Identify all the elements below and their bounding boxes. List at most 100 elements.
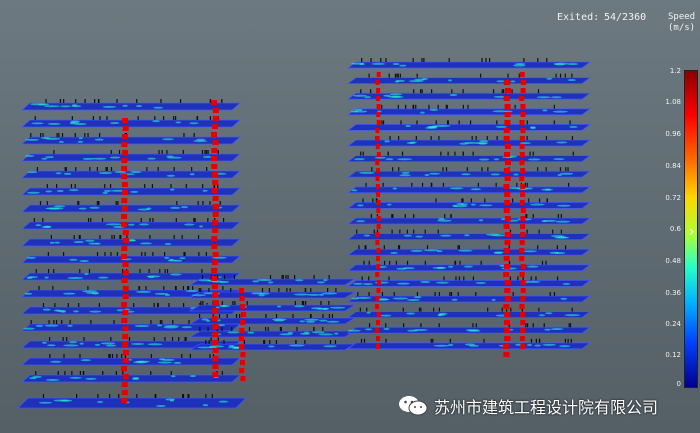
speed-highlight [355, 220, 366, 223]
speed-highlight [374, 156, 386, 159]
agent-figure [163, 116, 165, 120]
agent-figure [30, 320, 32, 324]
stair-block [121, 398, 128, 403]
agent-figure [448, 58, 450, 62]
agent-figure [42, 133, 44, 137]
agent-figure [537, 58, 539, 62]
agent-figure [458, 276, 460, 281]
agent-figure [569, 323, 572, 328]
agent-figure [462, 151, 464, 156]
agent-figure [328, 301, 330, 305]
simulation-viewport[interactable]: Exited: 54/2360 Speed (m/s) 1.2 1.08 0.9… [0, 0, 700, 433]
agent-figure [109, 354, 111, 358]
agent-figure [370, 58, 372, 62]
stair-block [239, 336, 245, 341]
stair-block [503, 328, 510, 333]
agent-figure [33, 218, 35, 222]
stair-block [122, 310, 129, 315]
agent-figure [261, 288, 264, 292]
agent-figure [438, 307, 440, 312]
speed-highlight [295, 279, 304, 282]
speed-highlight [267, 281, 274, 284]
speed-highlight [538, 314, 546, 317]
agent-figure [47, 269, 50, 273]
agent-figure [571, 136, 574, 140]
speed-highlight [542, 343, 556, 346]
agent-figure [269, 275, 272, 279]
agent-figure [546, 58, 548, 62]
agent-figure [451, 89, 453, 94]
agent-figure [438, 323, 440, 328]
agent-figure [62, 337, 64, 341]
agent-figure [52, 286, 54, 290]
agent-figure [87, 286, 89, 290]
legend-tick: 0 [676, 380, 681, 388]
speed-highlight [355, 296, 372, 299]
agent-figure [188, 320, 190, 324]
agent-figure [462, 89, 464, 94]
speed-highlight [102, 191, 108, 194]
speed-highlight [526, 187, 533, 190]
stair-block [503, 224, 510, 229]
stair-block [239, 328, 245, 333]
stair-block [212, 372, 219, 377]
agent-figure [200, 301, 202, 305]
agent-figure [440, 151, 442, 156]
speed-highlight [406, 298, 420, 301]
agent-figure [222, 218, 225, 222]
floor-slab [346, 201, 592, 209]
agent-figure [149, 235, 151, 239]
speed-highlight [383, 94, 391, 97]
agent-figure [205, 394, 207, 398]
agent-figure [538, 307, 540, 312]
agent-figure [313, 275, 315, 279]
agent-figure [445, 167, 448, 172]
agent-figure [58, 133, 60, 137]
agent-figure [553, 292, 556, 296]
agent-figure [391, 229, 393, 234]
speed-highlight [30, 103, 46, 106]
next-arrow-icon[interactable]: › [689, 224, 695, 240]
speed-highlight [323, 345, 337, 348]
agent-figure [435, 120, 437, 125]
speed-highlight [46, 344, 56, 347]
stair-block [504, 216, 511, 221]
agent-figure [77, 201, 79, 205]
wechat-watermark: 苏州市建筑工程设计院有限公司 [398, 393, 658, 419]
speed-highlight [472, 142, 489, 145]
stair-block [520, 112, 526, 117]
speed-highlight [353, 94, 367, 97]
agent-figure [483, 338, 485, 343]
speed-highlight [347, 329, 361, 332]
agent-figure [184, 337, 186, 341]
agent-figure [109, 184, 112, 188]
speed-highlight [567, 79, 576, 82]
stair-block [503, 184, 510, 189]
speed-highlight [289, 344, 305, 347]
agent-figure [415, 104, 417, 109]
agent-figure [282, 275, 284, 279]
speed-highlight [94, 138, 104, 141]
speed-highlight [463, 265, 473, 268]
agent-figure [179, 99, 182, 103]
speed-highlight [495, 125, 507, 128]
agent-figure [557, 214, 559, 218]
agent-figure [128, 337, 131, 341]
speed-highlight [258, 292, 270, 295]
speed-highlight [81, 290, 98, 293]
speed-highlight [397, 158, 413, 161]
agent-figure [398, 167, 400, 172]
speed-highlight [82, 157, 94, 160]
stair-block [520, 264, 526, 269]
speed-highlight [78, 207, 87, 210]
agent-figure [207, 218, 209, 222]
legend-tick: 0.6 [669, 225, 681, 233]
agent-figure [553, 120, 555, 125]
speed-highlight [58, 140, 64, 143]
speed-highlight [550, 328, 564, 331]
agent-figure [263, 340, 266, 344]
agent-figure [110, 167, 113, 171]
agent-figure [148, 269, 150, 273]
speed-highlight [169, 258, 174, 261]
agent-figure [153, 337, 155, 341]
